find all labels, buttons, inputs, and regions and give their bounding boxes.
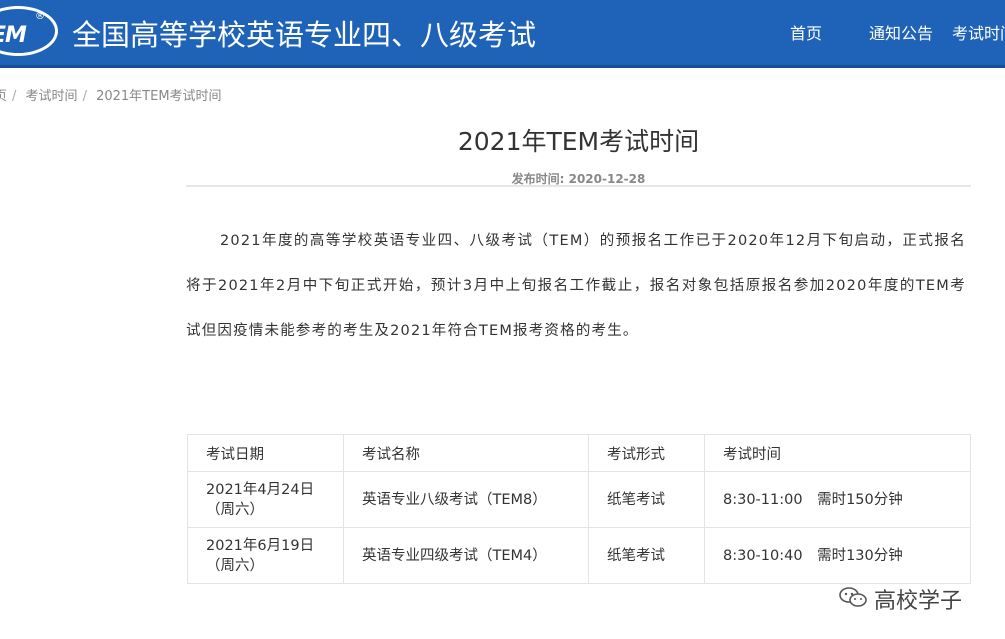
article-title: 2021年TEM考试时间 xyxy=(457,127,700,156)
tem-logo[interactable]: TEM ® xyxy=(0,6,58,56)
cell-time: 8:30-11:00 需时150分钟 xyxy=(704,471,971,528)
cell-time: 8:30-10:40 需时130分钟 xyxy=(704,527,971,584)
exam-weekday: （周六） xyxy=(206,501,264,518)
registered-mark: ® xyxy=(35,11,45,22)
nav-item-exam-time[interactable]: 考试时间 xyxy=(952,20,1005,44)
site-header: TEM ® 全国高等学校英语专业四、八级考试 首页 通知公告 考试时间 xyxy=(0,0,1005,68)
table-row: 2021年4月24日 （周六） 英语专业八级考试（TEM8） 纸笔考试 8:30… xyxy=(187,471,971,528)
header-form: 考试形式 xyxy=(588,434,705,472)
exam-date: 2021年6月19日 xyxy=(206,537,315,554)
logo-text: TEM xyxy=(0,23,27,48)
table-header-row: 考试日期 考试名称 考试形式 考试时间 xyxy=(187,434,971,472)
wechat-icon xyxy=(839,587,867,607)
header-name: 考试名称 xyxy=(343,434,589,472)
exam-weekday: （周六） xyxy=(206,557,264,574)
header-date: 考试日期 xyxy=(187,434,344,472)
article-body: 2021年度的高等学校英语专业四、八级考试（TEM）的预报名工作已于2020年1… xyxy=(186,233,966,339)
nav-item-notices[interactable]: 通知公告 xyxy=(869,20,933,44)
nav-item-home[interactable]: 首页 xyxy=(790,20,822,44)
table-row: 2021年6月19日 （周六） 英语专业四级考试（TEM4） 纸笔考试 8:30… xyxy=(187,527,971,584)
cell-form: 纸笔考试 xyxy=(588,471,705,528)
exam-date: 2021年4月24日 xyxy=(206,481,315,498)
breadcrumb-home[interactable]: 页 xyxy=(0,89,7,104)
exam-schedule-table: 考试日期 考试名称 考试形式 考试时间 2021年4月24日 （周六） 英语专业… xyxy=(187,434,971,584)
breadcrumb-exam-time[interactable]: 考试时间 xyxy=(26,89,78,104)
breadcrumb-separator: / xyxy=(82,89,87,104)
cell-name: 英语专业八级考试（TEM8） xyxy=(343,471,589,528)
title-divider xyxy=(186,185,971,187)
cell-date: 2021年6月19日 （周六） xyxy=(187,527,344,584)
breadcrumb-separator: / xyxy=(12,89,17,104)
watermark-text: 高校学子 xyxy=(874,589,963,614)
cell-name: 英语专业四级考试（TEM4） xyxy=(343,527,589,584)
cell-form: 纸笔考试 xyxy=(588,527,705,584)
breadcrumb-current[interactable]: 2021年TEM考试时间 xyxy=(96,89,221,104)
breadcrumb: 页 / 考试时间 / 2021年TEM考试时间 xyxy=(0,85,222,104)
cell-date: 2021年4月24日 （周六） xyxy=(187,471,344,528)
site-title[interactable]: 全国高等学校英语专业四、八级考试 xyxy=(72,12,536,54)
header-time: 考试时间 xyxy=(704,434,971,472)
